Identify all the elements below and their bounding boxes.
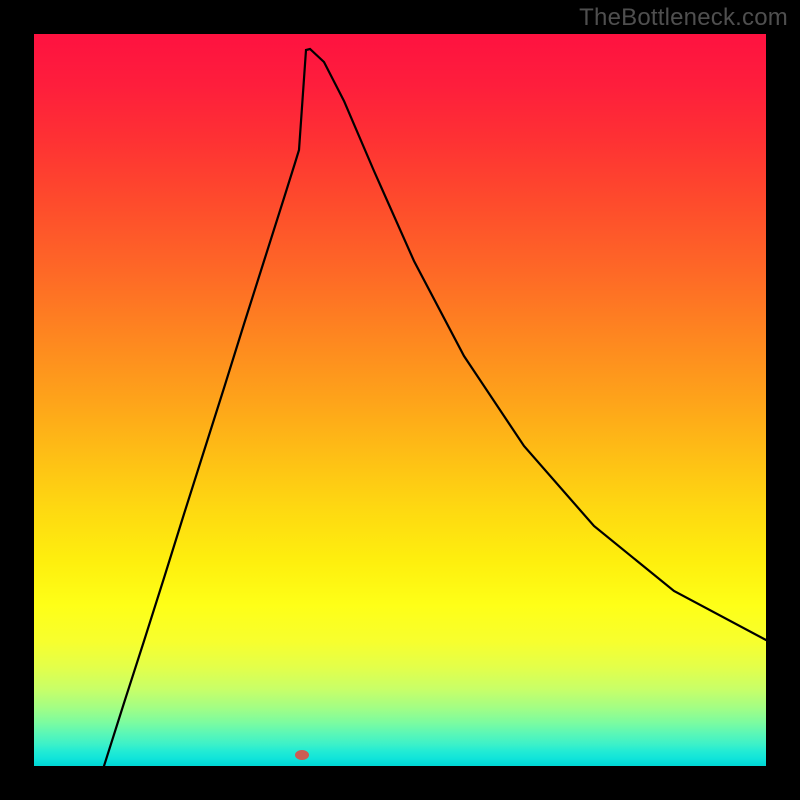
watermark-label: TheBottleneck.com xyxy=(579,4,788,32)
curve-svg xyxy=(34,34,766,766)
plot-area xyxy=(34,34,766,766)
optimal-point-marker xyxy=(295,750,309,760)
chart-frame: TheBottleneck.com xyxy=(0,0,800,800)
bottleneck-curve xyxy=(104,49,766,766)
